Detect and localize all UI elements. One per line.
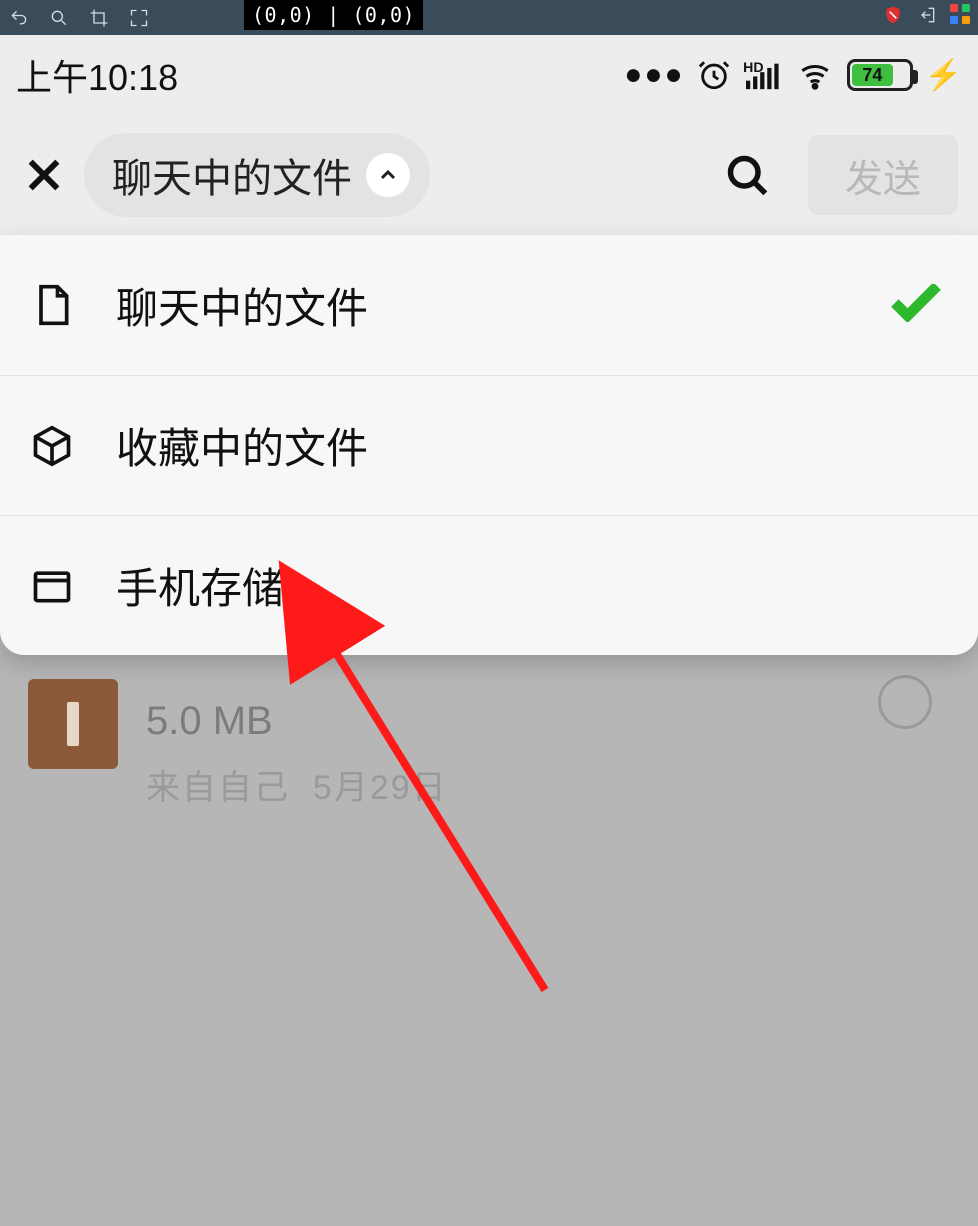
- source-dropdown-panel: 聊天中的文件 收藏中的文件 手机存储: [0, 235, 978, 655]
- select-radio[interactable]: [878, 675, 932, 729]
- check-icon: [890, 284, 942, 327]
- source-dropdown-label: 聊天中的文件: [112, 146, 352, 204]
- more-icon: ●●●: [624, 58, 684, 92]
- undo-icon[interactable]: [8, 7, 30, 29]
- dropdown-item-label: 手机存储: [116, 555, 284, 616]
- file-archive-icon: [28, 679, 118, 769]
- file-date: 5月29日: [313, 769, 448, 807]
- file-source-prefix: 来自自己: [146, 769, 290, 807]
- coordinates-readout: (0,0) | (0,0): [244, 0, 423, 30]
- wifi-icon: [795, 58, 835, 92]
- send-button[interactable]: 发送: [808, 135, 958, 215]
- toolbar-left-group: [0, 7, 150, 29]
- file-size: 5.0 MB: [146, 699, 448, 744]
- dropdown-item-phone-storage[interactable]: 手机存储: [0, 515, 978, 655]
- phone-screen: 上午10:18 ●●● HD 74 ⚡ 聊天中的文件 发送: [0, 35, 978, 1226]
- app-header: 聊天中的文件 发送: [0, 115, 978, 235]
- close-button[interactable]: [20, 151, 68, 199]
- alarm-icon: [697, 58, 731, 92]
- toolbar-right-group: [882, 4, 972, 26]
- file-source-line: 来自自己 5月29日: [146, 760, 448, 809]
- folder-icon: [28, 562, 76, 610]
- file-row[interactable]: 5.0 MB 来自自己 5月29日: [0, 695, 978, 833]
- zoom-icon[interactable]: [48, 7, 70, 29]
- dropdown-item-label: 收藏中的文件: [116, 415, 368, 476]
- fullscreen-icon[interactable]: [128, 7, 150, 29]
- source-dropdown[interactable]: 聊天中的文件: [84, 133, 430, 217]
- battery-percent: 74: [862, 65, 882, 86]
- crop-icon[interactable]: [88, 7, 110, 29]
- send-button-label: 发送: [845, 148, 921, 203]
- chevron-up-icon: [366, 153, 410, 197]
- charging-icon: ⚡: [925, 58, 962, 93]
- cube-icon: [28, 422, 76, 470]
- exit-icon[interactable]: [916, 4, 938, 26]
- battery-indicator: 74: [847, 59, 913, 91]
- status-right: ●●● HD 74 ⚡: [624, 58, 962, 93]
- file-icon: [28, 281, 76, 329]
- search-button[interactable]: [720, 148, 774, 202]
- shield-icon[interactable]: [882, 4, 904, 26]
- dropdown-item-chat-files[interactable]: 聊天中的文件: [0, 235, 978, 375]
- status-time: 上午10:18: [16, 49, 178, 101]
- dropdown-item-label: 聊天中的文件: [116, 275, 368, 336]
- dropdown-item-favorite-files[interactable]: 收藏中的文件: [0, 375, 978, 515]
- emulator-toolbar: (0,0) | (0,0): [0, 0, 978, 35]
- signal-hd-icon: HD: [743, 58, 783, 92]
- apps-grid-icon[interactable]: [950, 4, 972, 26]
- status-bar: 上午10:18 ●●● HD 74 ⚡: [0, 35, 978, 115]
- file-meta: 5.0 MB 来自自己 5月29日: [146, 699, 448, 809]
